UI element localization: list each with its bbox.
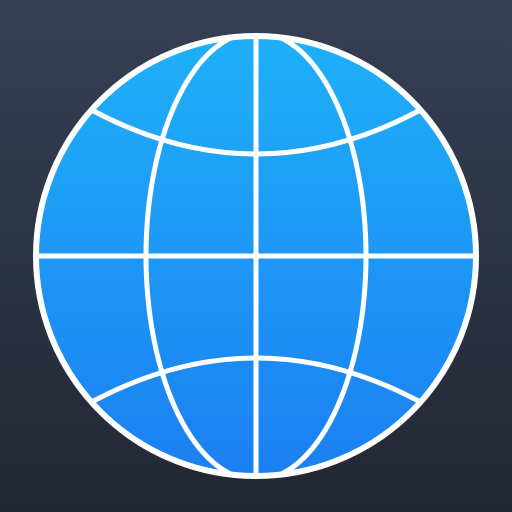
- app-icon: [0, 0, 512, 512]
- globe-grid: [38, 38, 474, 474]
- globe-icon: [33, 33, 479, 479]
